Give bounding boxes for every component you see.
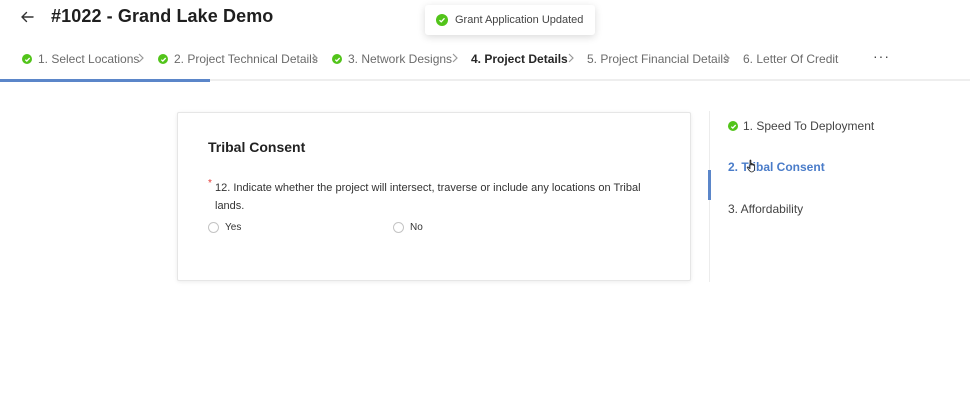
hand-cursor-icon	[746, 159, 755, 173]
question-text: 12. Indicate whether the project will in…	[215, 182, 641, 212]
radio-no[interactable]: No	[393, 222, 423, 233]
page-title: #1022 - Grand Lake Demo	[51, 6, 274, 26]
radio-label: Yes	[225, 222, 242, 233]
step-navigation: 1. Select Locations 2. Project Technical…	[0, 45, 970, 73]
back-button[interactable]	[16, 6, 38, 28]
more-steps-button[interactable]: ···	[873, 48, 890, 64]
side-item-label: 2. Tribal Consent	[728, 160, 825, 174]
step-label: 5. Project Financial Details	[587, 52, 730, 66]
check-circle-icon	[728, 121, 738, 131]
check-circle-icon	[158, 54, 168, 64]
step-label: 3. Network Designs	[348, 52, 453, 66]
step-project-financial-details[interactable]: 5. Project Financial Details	[587, 52, 729, 66]
check-circle-icon	[22, 54, 32, 64]
chevron-right-icon	[138, 53, 144, 63]
arrow-left-icon	[21, 11, 34, 23]
chevron-right-icon	[452, 53, 458, 63]
step-letter-of-credit[interactable]: 6. Letter Of Credit	[743, 52, 838, 66]
step-project-technical-details[interactable]: 2. Project Technical Details	[158, 52, 318, 66]
radio-circle[interactable]	[393, 222, 404, 233]
radio-yes[interactable]: Yes	[208, 222, 241, 233]
tribal-consent-card: Tribal Consent * 12. Indicate whether th…	[177, 112, 691, 281]
step-progress-track	[0, 79, 970, 82]
step-label: 4. Project Details	[471, 52, 568, 66]
check-circle-icon	[332, 54, 342, 64]
toast-message: Grant Application Updated	[455, 14, 584, 26]
side-item-label: 1. Speed To Deployment	[743, 119, 875, 133]
step-label: 1. Select Locations	[38, 52, 140, 66]
required-marker: *	[208, 178, 212, 189]
step-select-locations[interactable]: 1. Select Locations	[22, 52, 139, 66]
section-side-nav: 1. Speed To Deployment 2. Tribal Consent…	[708, 111, 970, 282]
toast-notification: Grant Application Updated	[425, 5, 596, 35]
side-item-speed-to-deployment[interactable]: 1. Speed To Deployment	[728, 119, 874, 133]
chevron-right-icon	[568, 53, 574, 63]
step-project-details[interactable]: 4. Project Details	[471, 52, 568, 66]
section-title: Tribal Consent	[208, 139, 306, 155]
chevron-right-icon	[312, 53, 318, 63]
check-circle-icon	[436, 14, 448, 26]
step-label: 6. Letter Of Credit	[743, 52, 839, 66]
radio-circle[interactable]	[208, 222, 219, 233]
radio-label: No	[410, 222, 423, 233]
chevron-right-icon	[724, 53, 730, 63]
side-item-label: 3. Affordability	[728, 202, 804, 216]
step-label: 2. Project Technical Details	[174, 52, 318, 66]
active-section-indicator	[708, 170, 711, 200]
side-item-tribal-consent[interactable]: 2. Tribal Consent	[728, 160, 825, 174]
side-item-affordability[interactable]: 3. Affordability	[728, 202, 803, 216]
step-network-designs[interactable]: 3. Network Designs	[332, 52, 452, 66]
step-progress-fill	[0, 79, 210, 82]
